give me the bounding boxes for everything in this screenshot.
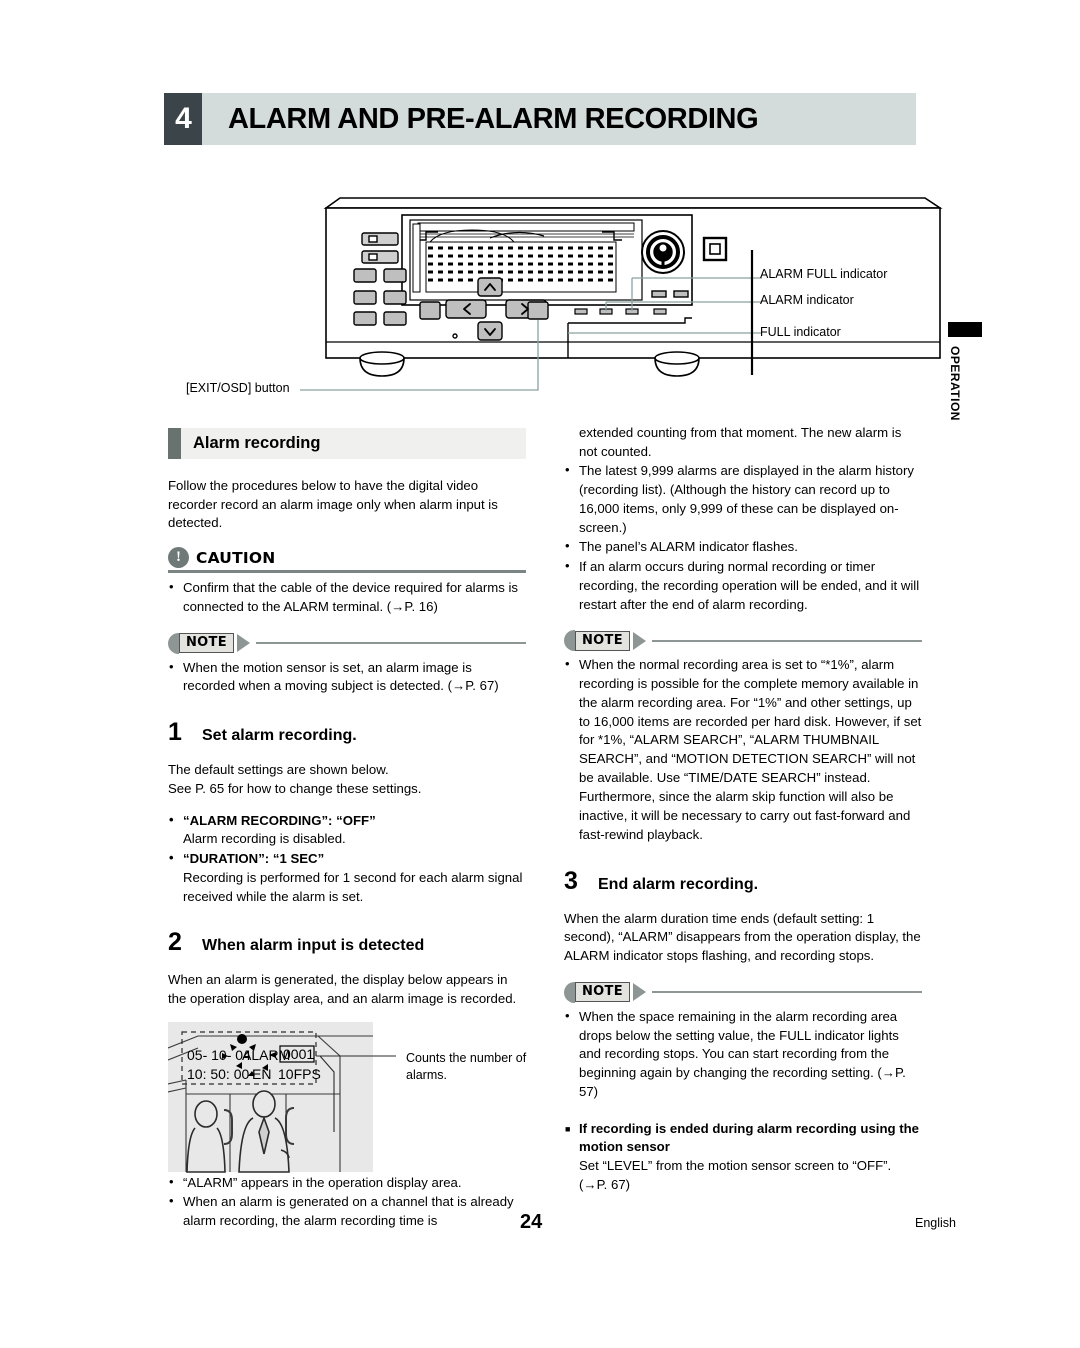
step-number: 2 <box>168 928 182 957</box>
list-item: “DURATION”: “1 SEC” Recording is perform… <box>168 849 526 906</box>
callout-alarm-indicator: ALARM indicator <box>760 293 854 307</box>
osd-counter: 0001 <box>283 1046 314 1062</box>
step-title: When alarm input is detected <box>202 937 425 955</box>
right-top-list: The latest 9,999 alarms are displayed in… <box>564 461 922 614</box>
caution-list: Confirm that the cable of the device req… <box>168 578 526 616</box>
section-heading-tab <box>168 428 181 459</box>
step-3: 3 End alarm recording. <box>564 867 922 896</box>
osd-time: 10: 50: 00 <box>187 1066 249 1082</box>
note-lead-shape <box>564 630 575 652</box>
osd-fps: 10FPS <box>278 1066 321 1082</box>
note-label: NOTE <box>575 982 630 1003</box>
note-rule <box>255 642 526 645</box>
step-1: 1 Set alarm recording. <box>168 718 526 747</box>
subsection-heading-line1: If recording is ended during alarm recor… <box>579 1120 857 1136</box>
note-header-1: NOTE <box>168 632 526 654</box>
setting-desc: Recording is performed for 1 second for … <box>183 869 523 904</box>
note-triangle-icon <box>632 631 646 650</box>
caution-header: ! CAUTION <box>168 547 526 569</box>
chapter-title-text: ALARM AND PRE-ALARM RECORDING <box>228 102 759 135</box>
list-item: If recording is ended during alarm recor… <box>564 1120 922 1195</box>
callout-exit-osd-button: [EXIT/OSD] button <box>186 381 290 395</box>
step1-settings-list: “ALARM RECORDING”: “OFF” Alarm recording… <box>168 811 526 907</box>
intro-paragraph: Follow the procedures below to have the … <box>168 478 498 531</box>
list-item: If an alarm occurs during normal recordi… <box>564 557 922 614</box>
subsection-body-line2: (→P. 67) <box>579 1176 631 1192</box>
list-item: When the normal recording area is set to… <box>564 655 922 787</box>
setting-name: “ALARM RECORDING”: “OFF” <box>183 812 376 828</box>
list-item: When an alarm is generated on a channel … <box>168 1192 526 1230</box>
note-rule <box>651 991 922 994</box>
caution-rule <box>168 570 526 574</box>
section-heading-label: Alarm recording <box>193 434 321 452</box>
osd-caption: Counts the number of alarms. <box>406 1050 527 1083</box>
list-item: When the space remaining in the alarm re… <box>564 1007 922 1102</box>
note-triangle-icon <box>236 634 250 653</box>
note-label: NOTE <box>179 633 234 654</box>
callout-full-indicator: FULL indicator <box>760 325 841 339</box>
osd-figure-svg: 05- 10- 04 ALARM 0001 10: 50: 00 EN 10FP… <box>167 1021 396 1173</box>
list-item: When the motion sensor is set, an alarm … <box>168 658 526 696</box>
page-number: 24 <box>520 1211 543 1233</box>
step-2: 2 When alarm input is detected <box>168 928 526 957</box>
list-item: “ALARM RECORDING”: “OFF” Alarm recording… <box>168 811 526 849</box>
step1-line2: See P. 65 for how to change these settin… <box>168 780 422 796</box>
callout-alarm-full-indicator: ALARM FULL indicator <box>760 267 888 281</box>
note-header-2: NOTE <box>564 630 922 652</box>
step-number: 1 <box>168 718 182 747</box>
continued-paragraph: extended counting from that moment. The … <box>579 425 902 459</box>
note-header-3: NOTE <box>564 981 922 1003</box>
device-illustration-svg <box>300 197 943 391</box>
subsection-list: If recording is ended during alarm recor… <box>564 1120 922 1195</box>
note2-list: When the normal recording area is set to… <box>564 655 922 787</box>
side-tab-marker <box>948 322 982 337</box>
exclamation-icon: ! <box>168 547 189 569</box>
step2-body: When an alarm is generated, the display … <box>168 972 517 1007</box>
note-rule <box>651 639 922 642</box>
step3-body: When the alarm duration time ends (defau… <box>564 910 921 964</box>
note2-trailing: Furthermore, since the alarm skip functi… <box>579 789 911 842</box>
left-column: Alarm recording Follow the procedures be… <box>167 428 526 1232</box>
osd-display-figure: 05- 10- 04 ALARM 0001 10: 50: 00 EN 10FP… <box>167 1021 526 1174</box>
step1-line1: The default settings are shown below. <box>168 762 389 778</box>
setting-desc: Alarm recording is disabled. <box>183 831 346 847</box>
note-lead-shape <box>168 632 179 654</box>
setting-name: “DURATION”: “1 SEC” <box>183 851 325 867</box>
side-tab-label: OPERATION <box>948 346 962 421</box>
list-item: “ALARM” appears in the operation display… <box>168 1173 526 1193</box>
language-label: English <box>915 1216 956 1230</box>
note-triangle-icon <box>632 983 646 1002</box>
note-label: NOTE <box>575 630 630 651</box>
chapter-title: ALARM AND PRE-ALARM RECORDING <box>202 93 916 145</box>
side-tab-operation: OPERATION <box>948 322 982 421</box>
list-item: The latest 9,999 alarms are displayed in… <box>564 461 922 537</box>
right-column: extended counting from that moment. The … <box>564 424 922 1196</box>
note-lead-shape <box>564 981 575 1003</box>
section-heading-alarm-recording: Alarm recording <box>168 428 526 459</box>
manual-page: 4 ALARM AND PRE-ALARM RECORDING ALARM FU… <box>0 0 1080 1348</box>
chapter-header: 4 ALARM AND PRE-ALARM RECORDING <box>164 93 916 145</box>
list-item: Confirm that the cable of the device req… <box>168 578 526 616</box>
caution-label: CAUTION <box>196 548 276 567</box>
chapter-number: 4 <box>164 93 202 145</box>
note1-list: When the motion sensor is set, an alarm … <box>168 658 526 696</box>
step-title: End alarm recording. <box>598 875 759 893</box>
note3-list: When the space remaining in the alarm re… <box>564 1007 922 1102</box>
device-front-panel-figure <box>300 190 960 420</box>
step-title: Set alarm recording. <box>202 727 357 745</box>
osd-mode: EN <box>252 1066 271 1082</box>
subsection-body-line1: Set “LEVEL” from the motion sensor scree… <box>579 1158 892 1174</box>
step-number: 3 <box>564 866 578 895</box>
list-item: The panel’s ALARM indicator flashes. <box>564 537 922 557</box>
after-figure-list: “ALARM” appears in the operation display… <box>168 1173 526 1231</box>
